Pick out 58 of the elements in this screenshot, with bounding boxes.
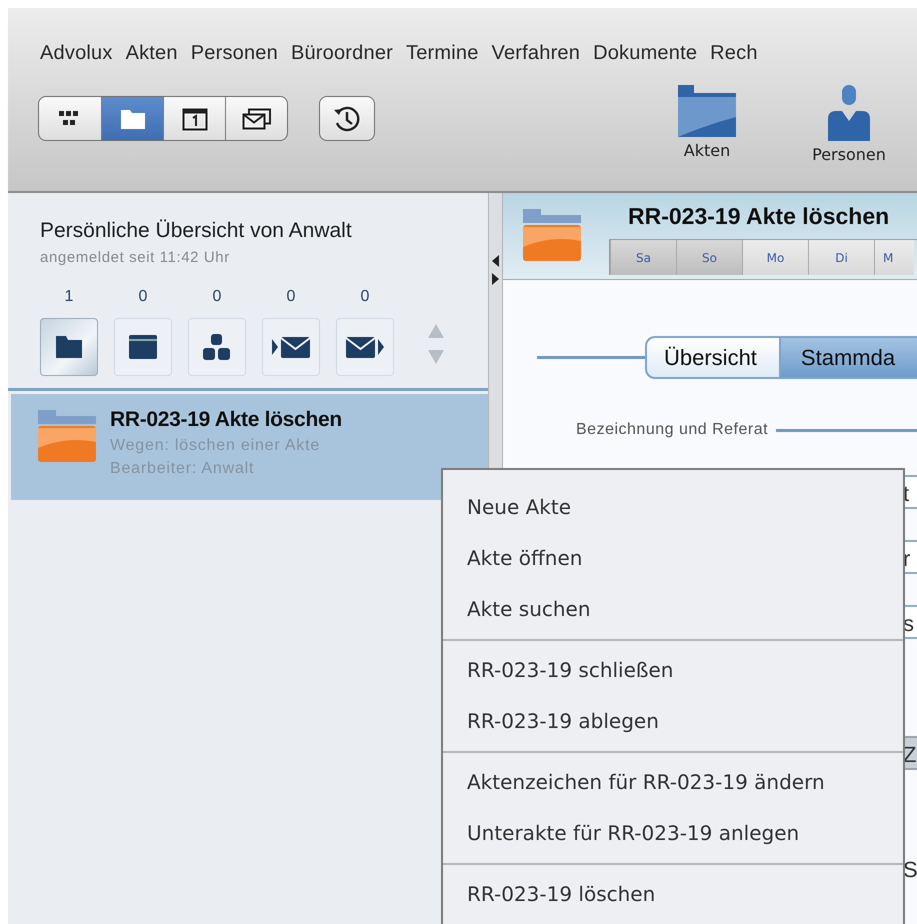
folder-icon	[55, 335, 83, 359]
launch-button[interactable]: Personen	[799, 85, 899, 164]
menu-item[interactable]: Termine	[406, 42, 479, 65]
day-tab[interactable]: Sa	[610, 240, 676, 275]
file-title: RR-023-19 Akte löschen	[110, 408, 342, 432]
counter: 1	[64, 288, 74, 306]
outgoing-mail-icon	[345, 335, 385, 359]
menu-item[interactable]: RR-023-19 ablegen	[443, 696, 903, 747]
file-title: RR-023-19 Akte löschen	[628, 203, 890, 230]
category-button[interactable]	[40, 318, 98, 376]
folder-icon	[523, 207, 581, 261]
category-button[interactable]	[114, 318, 172, 376]
menu-item[interactable]: RR-023-19 löschen	[443, 869, 903, 920]
day-tab[interactable]: So	[676, 240, 742, 275]
day-tab[interactable]: Mo	[742, 240, 808, 275]
menu-item[interactable]: Rech	[710, 42, 758, 65]
blocks-icon	[202, 333, 232, 361]
folder-icon	[120, 108, 146, 130]
overview-title: Persönliche Übersicht von Anwalt	[39, 218, 353, 243]
incoming-mail-icon	[271, 335, 311, 359]
person-icon	[828, 85, 870, 141]
right-arrow-icon[interactable]	[492, 273, 499, 285]
folder-icon	[678, 85, 736, 137]
category-button[interactable]	[188, 318, 246, 376]
window-icon	[128, 334, 158, 360]
day-tab[interactable]: M	[874, 240, 914, 275]
counter: 0	[286, 288, 296, 306]
launch-button[interactable]: Akten	[662, 85, 752, 160]
menu-item[interactable]: Verfahren	[492, 42, 580, 65]
folder-icon	[38, 408, 96, 462]
left-arrow-icon[interactable]	[492, 255, 499, 267]
file-subject: Wegen: löschen einer Akte	[110, 437, 322, 455]
menu-item[interactable]: Personen	[190, 42, 278, 65]
section-label: Bezeichnung und Referat	[576, 421, 768, 439]
envelopes-icon	[242, 108, 272, 130]
calendar-icon	[182, 106, 208, 130]
category-button[interactable]	[336, 318, 394, 376]
category-button[interactable]	[262, 318, 320, 376]
menu-item[interactable]: RR-023-19 schließen	[443, 645, 903, 696]
menu-item[interactable]: Advolux	[40, 42, 113, 65]
menu-item[interactable]: Dokumente	[593, 42, 698, 65]
menu-item[interactable]: Unterakte für RR-023-19 anlegen	[443, 808, 903, 859]
menu-item[interactable]: Akten	[126, 42, 178, 65]
section-tab[interactable]: Stammda	[778, 336, 917, 379]
section-tab[interactable]: Übersicht	[645, 336, 779, 379]
menu-item[interactable]: Aktenzeichen für RR-023-19 ändern	[443, 757, 903, 808]
login-time: angemeldet seit 11:42 Uhr	[39, 248, 231, 266]
day-tab[interactable]: Di	[808, 240, 874, 275]
counter: 0	[212, 288, 222, 306]
menu-item[interactable]: Akte suchen	[443, 584, 903, 635]
menu-item[interactable]: Akte öffnen	[443, 533, 903, 584]
file-list-item[interactable]: RR-023-19 Akte löschen Wegen: löschen einer Akte Bearbeiter: Anwalt	[11, 394, 488, 500]
table-cell-text: S	[903, 856, 917, 884]
history-button[interactable]	[319, 96, 375, 141]
file-editor: Bearbeiter: Anwalt	[110, 460, 256, 478]
counter: 0	[138, 288, 148, 306]
counter: 0	[360, 288, 370, 306]
menu-item[interactable]: Büroordner	[290, 42, 393, 65]
